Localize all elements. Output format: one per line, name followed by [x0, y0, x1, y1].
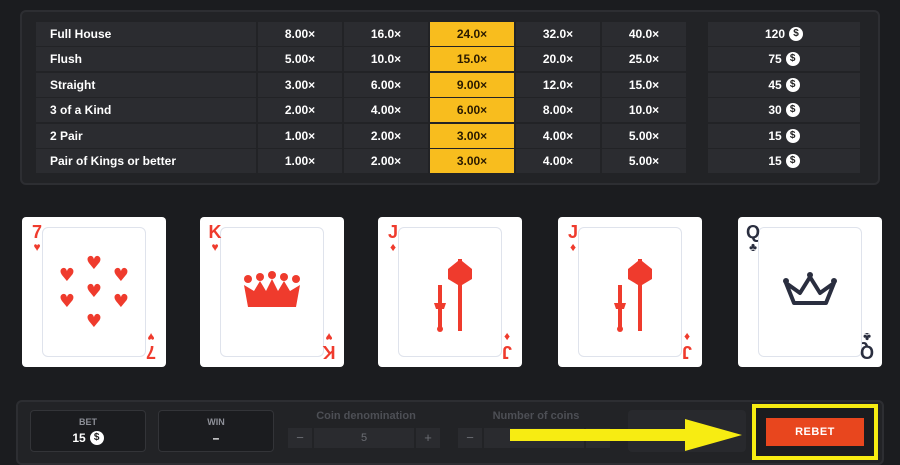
hand-name: 3 of a Kind: [36, 98, 256, 122]
payout-cell: 120 $: [708, 22, 860, 46]
multiplier-cell: 3.00×: [430, 149, 514, 173]
crown-icon: [244, 271, 300, 307]
svg-text:♥: ♥: [86, 281, 102, 302]
coin-icon: $: [785, 78, 800, 92]
coin-denomination-stepper[interactable]: − 5 +: [288, 428, 442, 448]
hand-name: Pair of Kings or better: [36, 149, 256, 173]
multiplier-cell: 24.0×: [430, 22, 514, 46]
bet-display: BET 15 $: [30, 410, 146, 452]
multiplier-cell: 10.0×: [344, 47, 428, 71]
payout-cell: 30 $: [708, 98, 860, 122]
card-3[interactable]: J ♦ J ♦: [378, 217, 522, 367]
multiplier-cell: 15.0×: [430, 47, 514, 71]
multiplier-cell: 15.0×: [602, 73, 686, 97]
crown-outline-icon: [783, 272, 837, 305]
axe-sword-icon: [614, 259, 652, 332]
payout-cell: 75 $: [708, 47, 860, 71]
paytable-row: Pair of Kings or better 1.00× 2.00× 3.00× 4.…: [36, 149, 862, 173]
multiplier-cell: 4.00×: [344, 98, 428, 122]
multiplier-cell: 20.0×: [516, 47, 600, 71]
paytable-row: 2 Pair 1.00× 2.00× 3.00× 4.00× 5.00× 15 $: [36, 124, 862, 148]
multiplier-cell: 1.00×: [258, 124, 342, 148]
paytable-row: Flush 5.00× 10.0× 15.0× 20.0× 25.0× 75 $: [36, 47, 862, 71]
coin-denomination-label: Coin denomination: [316, 410, 416, 422]
multiplier-cell: 8.00×: [516, 98, 600, 122]
card-5[interactable]: Q ♣ Q ♣: [738, 217, 882, 367]
coin-denom-minus-button[interactable]: −: [288, 428, 312, 448]
coin-icon: $: [785, 103, 800, 117]
hand-name: Flush: [36, 47, 256, 71]
svg-text:♥: ♥: [86, 311, 102, 332]
multiplier-cell: 5.00×: [258, 47, 342, 71]
card-1[interactable]: 7 ♥ 7 ♥ ♥ ♥ ♥ ♥ ♥ ♥ ♥: [22, 217, 166, 367]
coin-icon: $: [785, 129, 800, 143]
svg-text:♥: ♥: [113, 291, 129, 312]
multiplier-cell: 12.0×: [516, 73, 600, 97]
payout-cell: 45 $: [708, 73, 860, 97]
coin-icon: $: [785, 52, 800, 66]
multiplier-cell: 8.00×: [258, 22, 342, 46]
multiplier-cell: 1.00×: [258, 149, 342, 173]
svg-text:♥: ♥: [113, 265, 129, 286]
paytable-row: Straight 3.00× 6.00× 9.00× 12.0× 15.0× 45 $: [36, 73, 862, 97]
paytable-row: Full House 8.00× 16.0× 24.0× 32.0× 40.0× 120 $: [36, 22, 862, 46]
payout-cell: 15 $: [708, 124, 860, 148]
paytable: Full House 8.00× 16.0× 24.0× 32.0× 40.0× 120 $ F…: [20, 10, 880, 185]
card-4[interactable]: J ♦ J ♦: [558, 217, 702, 367]
hand-name: Full House: [36, 22, 256, 46]
multiplier-cell: 4.00×: [516, 149, 600, 173]
multiplier-cell: 3.00×: [258, 73, 342, 97]
controls-bar: BET 15 $ WIN – Coin denomination − 5 + Nu…: [16, 400, 884, 465]
svg-text:♥: ♥: [59, 291, 75, 312]
seven-hearts-pips-icon: ♥ ♥ ♥ ♥ ♥ ♥ ♥: [59, 253, 129, 332]
rebet-highlight: REBET: [752, 404, 878, 460]
multiplier-cell: 10.0×: [602, 98, 686, 122]
axe-sword-icon: [434, 259, 472, 332]
pointer-arrow-icon: [510, 419, 742, 451]
hand-name: 2 Pair: [36, 124, 256, 148]
multiplier-cell: 16.0×: [344, 22, 428, 46]
win-display: WIN –: [158, 410, 274, 452]
multiplier-cell: 2.00×: [344, 124, 428, 148]
multiplier-cell: 2.00×: [344, 149, 428, 173]
coin-icon: $: [89, 431, 104, 445]
hand-name: Straight: [36, 73, 256, 97]
multiplier-cell: 5.00×: [602, 149, 686, 173]
payout-cell: 15 $: [708, 149, 860, 173]
coin-denom-value: 5: [314, 428, 414, 448]
multiplier-cell: 25.0×: [602, 47, 686, 71]
multiplier-cell: 4.00×: [516, 124, 600, 148]
multiplier-cell: 40.0×: [602, 22, 686, 46]
multiplier-cell: 6.00×: [430, 98, 514, 122]
coin-denom-plus-button[interactable]: +: [416, 428, 440, 448]
num-coins-minus-button[interactable]: −: [458, 428, 482, 448]
paytable-row: 3 of a Kind 2.00× 4.00× 6.00× 8.00× 10.0× 30 $: [36, 98, 862, 122]
svg-text:♥: ♥: [59, 265, 75, 286]
svg-text:♥: ♥: [86, 253, 102, 274]
multiplier-cell: 32.0×: [516, 22, 600, 46]
coin-icon: $: [789, 27, 804, 41]
card-2[interactable]: K ♥ K ♥: [200, 217, 344, 367]
multiplier-cell: 6.00×: [344, 73, 428, 97]
multiplier-cell: 5.00×: [602, 124, 686, 148]
coin-icon: $: [785, 154, 800, 168]
multiplier-cell: 3.00×: [430, 124, 514, 148]
multiplier-cell: 2.00×: [258, 98, 342, 122]
multiplier-cell: 9.00×: [430, 73, 514, 97]
rebet-button[interactable]: REBET: [766, 418, 864, 446]
